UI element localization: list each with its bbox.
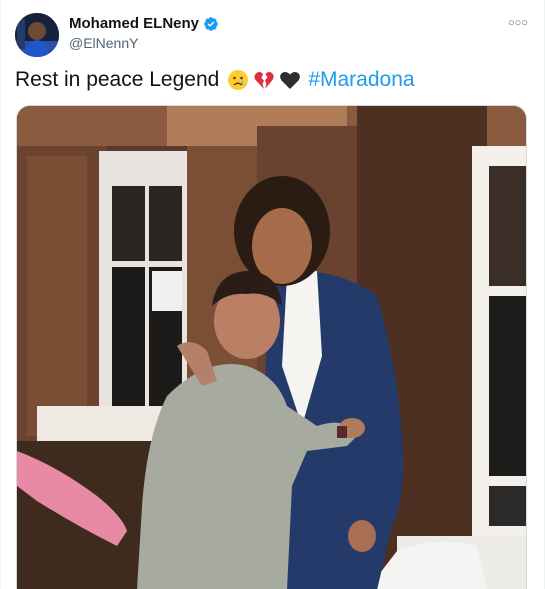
crying-face-emoji (227, 69, 249, 91)
tweet-text: Rest in peace Legend #Maradona (15, 68, 415, 92)
more-options-button[interactable]: ○○○ (506, 14, 530, 32)
profile-avatar[interactable] (15, 13, 59, 57)
avatar-image (15, 13, 59, 57)
more-horizontal-icon: ○○○ (508, 16, 528, 29)
tweet-body-text: Rest in peace Legend (15, 68, 220, 91)
black-heart-emoji (279, 69, 301, 91)
tweet-card: Mohamed ELNeny @ElNennY ○○○ Rest in peac… (0, 0, 545, 589)
verified-badge-icon (203, 16, 219, 32)
author-handle[interactable]: @ElNennY (69, 35, 138, 51)
author-display-name[interactable]: Mohamed ELNeny (69, 15, 199, 32)
tweet-photo[interactable] (16, 105, 527, 589)
hashtag-link[interactable]: #Maradona (308, 68, 414, 92)
broken-heart-emoji (253, 69, 275, 91)
photo-image (17, 106, 526, 589)
author-name-row: Mohamed ELNeny (69, 15, 219, 32)
